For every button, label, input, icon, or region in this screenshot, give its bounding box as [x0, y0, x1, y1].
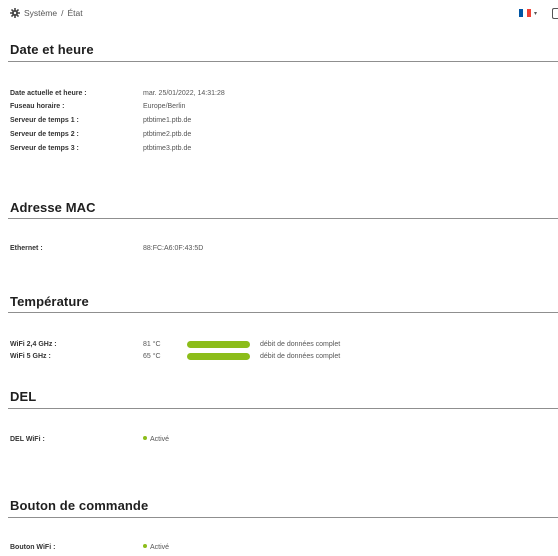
mac-row-ethernet: Ethernet : 88:FC:A6:0F:43:5D: [10, 243, 550, 254]
breadcrumb: Système / État: [10, 8, 83, 18]
led-row-wifi: DEL WiFi : Activé: [10, 434, 550, 445]
row-value: ptbtime1.ptb.de: [143, 117, 192, 124]
datetime-row-current: Date actuelle et heure : mar. 25/01/2022…: [10, 88, 550, 99]
section-title-mac: Adresse MAC: [10, 200, 96, 215]
device-icon[interactable]: [552, 8, 558, 19]
chevron-down-icon: ▾: [534, 10, 538, 17]
status-indicator: Activé: [143, 434, 169, 445]
section-divider: [8, 408, 558, 409]
section-title-led: DEL: [10, 389, 37, 404]
temperature-status: débit de données complet: [260, 353, 341, 360]
button-row-wifi: Bouton WiFi : Activé: [10, 542, 550, 553]
french-flag-icon: [519, 9, 531, 17]
row-label: Date actuelle et heure :: [10, 90, 87, 97]
section-divider: [8, 61, 558, 62]
section-title-datetime: Date et heure: [10, 42, 94, 57]
row-value: 88:FC:A6:0F:43:5D: [143, 245, 204, 252]
status-dot-icon: [143, 436, 147, 440]
section-divider: [8, 218, 558, 219]
section-title-temperature: Température: [10, 294, 89, 309]
status-dot-icon: [143, 544, 147, 548]
row-label: Ethernet :: [10, 245, 43, 252]
section-divider: [8, 312, 558, 313]
temperature-bar: [187, 341, 250, 348]
gear-icon: [10, 8, 20, 18]
row-label: Serveur de temps 2 :: [10, 131, 79, 138]
row-label: Serveur de temps 3 :: [10, 145, 79, 152]
row-label: DEL WiFi :: [10, 436, 45, 443]
datetime-row-server-1: Serveur de temps 1 : ptbtime1.ptb.de: [10, 115, 550, 126]
breadcrumb-separator: /: [61, 8, 64, 18]
row-value: ptbtime2.ptb.de: [143, 131, 192, 138]
row-value: 81 °C: [143, 341, 161, 348]
temperature-row-2-4ghz: WiFi 2,4 GHz : 81 °C débit de données co…: [10, 339, 550, 350]
status-text: Activé: [150, 436, 170, 443]
status-text: Activé: [150, 544, 170, 551]
breadcrumb-section[interactable]: Système: [24, 8, 57, 18]
row-value: ptbtime3.ptb.de: [143, 145, 192, 152]
temperature-row-5ghz: WiFi 5 GHz : 65 °C débit de données comp…: [10, 351, 550, 362]
language-selector[interactable]: ▾: [519, 9, 537, 17]
row-label: WiFi 2,4 GHz :: [10, 341, 57, 348]
section-title-button: Bouton de commande: [10, 498, 149, 513]
datetime-row-timezone: Fuseau horaire : Europe/Berlin: [10, 101, 550, 112]
row-value: mar. 25/01/2022, 14:31:28: [143, 90, 225, 97]
row-value: Europe/Berlin: [143, 103, 186, 110]
row-value: 65 °C: [143, 353, 161, 360]
row-label: Serveur de temps 1 :: [10, 117, 79, 124]
row-label: WiFi 5 GHz :: [10, 353, 51, 360]
row-label: Fuseau horaire :: [10, 103, 65, 110]
temperature-status: débit de données complet: [260, 341, 341, 348]
row-label: Bouton WiFi :: [10, 544, 56, 551]
section-divider: [8, 517, 558, 518]
status-indicator: Activé: [143, 542, 169, 553]
top-bar: Système / État ▾: [0, 0, 558, 28]
datetime-row-server-3: Serveur de temps 3 : ptbtime3.ptb.de: [10, 143, 550, 154]
breadcrumb-page: État: [67, 8, 83, 18]
temperature-bar: [187, 353, 250, 360]
datetime-row-server-2: Serveur de temps 2 : ptbtime2.ptb.de: [10, 129, 550, 140]
